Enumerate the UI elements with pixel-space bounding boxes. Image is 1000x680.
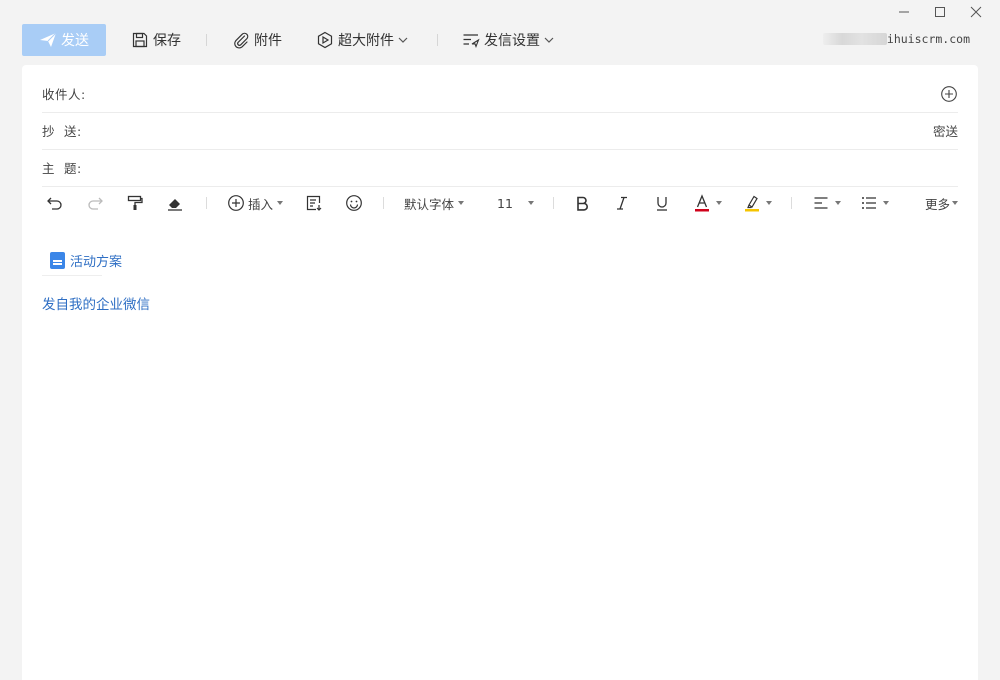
- insert-label: 插入: [248, 196, 274, 212]
- add-circle-icon: [228, 195, 244, 211]
- send-button-label: 发送: [61, 33, 89, 49]
- undo-icon[interactable]: [46, 186, 64, 220]
- chevron-down-icon: [398, 37, 408, 43]
- more-menu-button[interactable]: 更多: [925, 186, 958, 220]
- window-controls: [886, 3, 994, 21]
- align-left-icon: [814, 197, 828, 209]
- caret-down-icon: [882, 201, 889, 205]
- subject-label: 主 题:: [42, 161, 82, 176]
- sender-account[interactable]: ihuiscrm.com: [822, 32, 970, 46]
- add-recipient-button[interactable]: [940, 85, 958, 103]
- caret-down-icon: [458, 201, 465, 205]
- to-field-row[interactable]: 收件人:: [42, 75, 958, 113]
- format-painter-icon[interactable]: [126, 186, 144, 220]
- save-icon: [132, 32, 148, 48]
- underline-icon[interactable]: [654, 186, 670, 220]
- redo-icon[interactable]: [86, 186, 104, 220]
- highlight-color-button[interactable]: [744, 186, 772, 220]
- toolbar-divider: [206, 197, 207, 209]
- caret-down-icon: [765, 201, 772, 205]
- attachment-divider: [42, 275, 102, 276]
- toolbar-divider: [790, 197, 792, 209]
- minimize-icon[interactable]: [886, 3, 922, 21]
- bold-icon[interactable]: [574, 186, 590, 220]
- caret-down-icon: [834, 201, 841, 205]
- paperclip-icon: [234, 32, 249, 49]
- bcc-toggle[interactable]: 密送: [933, 121, 958, 140]
- account-domain: ihuiscrm.com: [886, 32, 970, 46]
- toolbar-divider: [383, 197, 385, 209]
- caret-down-icon: [952, 201, 958, 205]
- font-size-select[interactable]: 11: [497, 186, 534, 220]
- chevron-down-icon: [544, 37, 554, 43]
- save-button[interactable]: 保存: [131, 24, 181, 56]
- list-button[interactable]: [861, 186, 889, 220]
- cc-field-row[interactable]: 抄 送: 密送: [42, 112, 958, 150]
- font-family-value: 默认字体: [404, 196, 455, 212]
- caret-down-icon: [715, 201, 722, 205]
- align-button[interactable]: [813, 186, 841, 220]
- caret-down-icon: [527, 201, 534, 205]
- signature-text: 发自我的企业微信: [42, 297, 150, 313]
- bullet-list-icon: [861, 197, 876, 209]
- insert-menu-button[interactable]: 插入: [227, 186, 284, 220]
- attachment-item[interactable]: 活动方案: [50, 251, 122, 270]
- compose-panel: 收件人: 抄 送: 密送 主 题: 插入 默认字体 11 更多 活动方案 发自我…: [22, 65, 978, 680]
- template-icon[interactable]: [305, 186, 323, 220]
- format-toolbar: 插入 默认字体 11 更多: [42, 186, 958, 220]
- send-settings-label: 发信设置: [484, 33, 540, 49]
- add-circle-icon: [941, 85, 957, 102]
- subject-field-row[interactable]: 主 题:: [42, 149, 958, 187]
- big-attachment-button[interactable]: 超大附件: [316, 24, 413, 56]
- attach-button[interactable]: 附件: [232, 24, 282, 56]
- redacted-account-name: [822, 33, 887, 45]
- big-attachment-label: 超大附件: [338, 33, 394, 49]
- attach-button-label: 附件: [254, 33, 282, 49]
- toolbar-divider: [552, 197, 554, 209]
- to-label: 收件人:: [42, 87, 86, 102]
- send-settings-icon: [463, 34, 480, 49]
- caret-down-icon: [277, 201, 284, 205]
- document-icon: [50, 252, 65, 269]
- attachment-name: 活动方案: [70, 255, 123, 270]
- close-icon[interactable]: [958, 3, 994, 21]
- send-button[interactable]: 发送: [22, 24, 106, 56]
- font-color-button[interactable]: [694, 186, 722, 220]
- big-attachment-icon: [317, 31, 333, 49]
- send-icon: [40, 32, 57, 47]
- maximize-icon[interactable]: [922, 3, 958, 21]
- emoji-icon[interactable]: [345, 186, 363, 220]
- send-settings-button[interactable]: 发信设置: [462, 24, 559, 56]
- toolbar-divider: [437, 34, 438, 46]
- more-label: 更多: [924, 196, 950, 212]
- font-family-select[interactable]: 默认字体: [404, 186, 465, 220]
- toolbar-divider: [206, 34, 207, 46]
- eraser-icon[interactable]: [166, 186, 184, 220]
- save-button-label: 保存: [153, 33, 181, 49]
- mail-toolbar: 发送 保存 附件 超大附件 发信设置 ihuiscrm.com: [22, 24, 978, 56]
- font-size-value: 11: [497, 195, 513, 211]
- italic-icon[interactable]: [614, 186, 630, 220]
- font-color-icon: [694, 194, 709, 212]
- cc-label: 抄 送:: [42, 124, 82, 139]
- highlighter-icon: [744, 195, 759, 212]
